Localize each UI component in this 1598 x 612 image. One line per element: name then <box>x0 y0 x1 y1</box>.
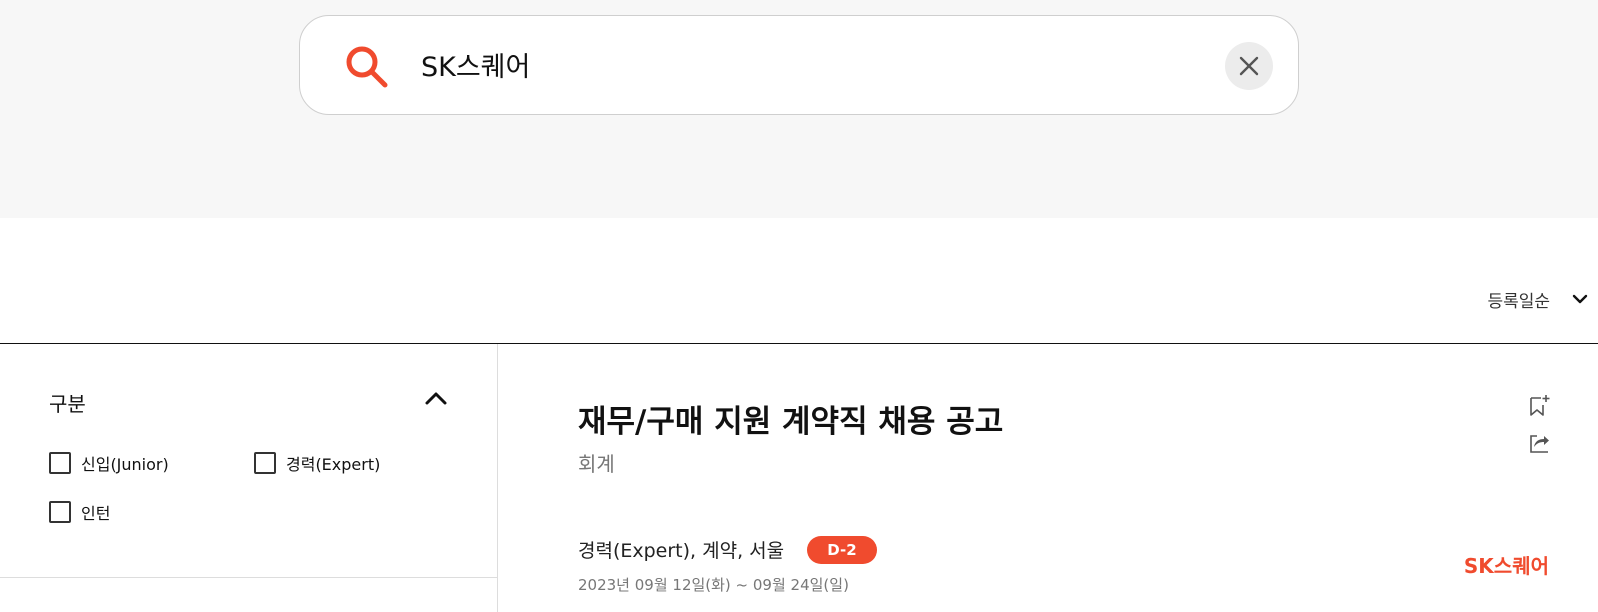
search-input[interactable] <box>421 42 1201 86</box>
checkbox[interactable] <box>254 452 276 474</box>
job-meta: 경력(Expert), 계약, 서울 <box>578 540 785 562</box>
filter-option-junior[interactable]: 신입(Junior) <box>49 451 169 475</box>
job-title[interactable]: 재무/구매 지원 계약직 채용 공고 <box>578 396 1003 441</box>
filter-option-label: 경력(Expert) <box>286 455 381 474</box>
dday-badge: D-2 <box>807 536 877 564</box>
chevron-up-icon <box>425 392 447 405</box>
checkbox[interactable] <box>49 501 71 523</box>
sort-label: 등록일순 <box>1487 291 1550 312</box>
filter-option-expert[interactable]: 경력(Expert) <box>254 451 380 475</box>
search-bar[interactable] <box>299 15 1299 115</box>
filter-title: 구분 <box>49 392 86 416</box>
job-card[interactable]: 재무/구매 지원 계약직 채용 공고 회계 경력(Expert), 계약, 서울… <box>498 344 1598 612</box>
checkbox[interactable] <box>49 452 71 474</box>
sort-dropdown[interactable]: 등록일순 <box>1487 284 1588 314</box>
clear-search-button[interactable] <box>1225 42 1273 90</box>
bookmark-add-icon[interactable] <box>1528 394 1550 418</box>
divider <box>0 577 498 578</box>
close-icon <box>1239 56 1259 76</box>
filter-option-label: 신입(Junior) <box>81 455 169 474</box>
filter-option-intern[interactable]: 인턴 <box>49 500 110 524</box>
filter-collapse-button[interactable] <box>424 390 452 412</box>
share-icon[interactable] <box>1528 432 1550 454</box>
job-dates: 2023년 09월 12일(화) ~ 09월 24일(일) <box>578 576 849 594</box>
filter-panel: 구분 신입(Junior) 경력(Expert) 인턴 <box>0 344 498 612</box>
filter-option-label: 인턴 <box>81 504 111 523</box>
chevron-down-icon <box>1572 294 1588 304</box>
search-icon <box>343 43 391 91</box>
company-name[interactable]: SK스퀘어 <box>1464 550 1549 579</box>
search-area <box>0 0 1598 218</box>
job-category: 회계 <box>578 452 615 476</box>
